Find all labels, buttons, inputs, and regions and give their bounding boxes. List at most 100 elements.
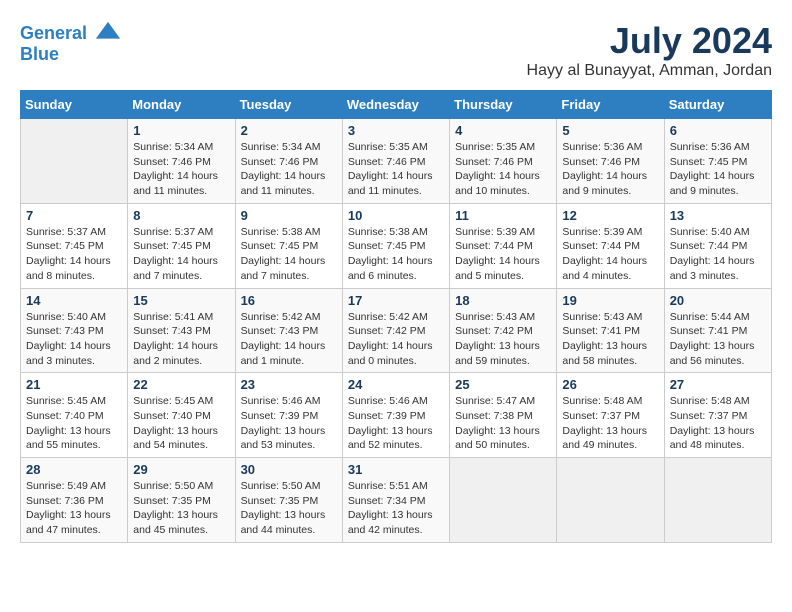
day-number: 28 — [26, 462, 122, 477]
day-number: 16 — [241, 293, 337, 308]
day-number: 17 — [348, 293, 444, 308]
header-cell-friday: Friday — [557, 91, 664, 119]
day-number: 14 — [26, 293, 122, 308]
day-number: 30 — [241, 462, 337, 477]
day-cell: 29 Sunrise: 5:50 AM Sunset: 7:35 PM Dayli… — [128, 458, 235, 543]
page-header: General Blue July 2024 Hayy al Bunayyat,… — [20, 20, 772, 80]
day-info: Sunrise: 5:43 AM Sunset: 7:42 PM Dayligh… — [455, 310, 551, 369]
day-number: 1 — [133, 123, 229, 138]
day-info: Sunrise: 5:51 AM Sunset: 7:34 PM Dayligh… — [348, 479, 444, 538]
header-cell-tuesday: Tuesday — [235, 91, 342, 119]
day-number: 3 — [348, 123, 444, 138]
day-info: Sunrise: 5:50 AM Sunset: 7:35 PM Dayligh… — [241, 479, 337, 538]
day-info: Sunrise: 5:48 AM Sunset: 7:37 PM Dayligh… — [562, 394, 658, 453]
day-cell: 25 Sunrise: 5:47 AM Sunset: 7:38 PM Dayli… — [450, 373, 557, 458]
day-info: Sunrise: 5:35 AM Sunset: 7:46 PM Dayligh… — [348, 140, 444, 199]
day-number: 7 — [26, 208, 122, 223]
day-cell: 27 Sunrise: 5:48 AM Sunset: 7:37 PM Dayli… — [664, 373, 771, 458]
day-cell: 21Sunrise: 5:45 AM Sunset: 7:40 PM Dayli… — [21, 373, 128, 458]
day-number: 5 — [562, 123, 658, 138]
day-number: 22 — [133, 377, 229, 392]
header-cell-saturday: Saturday — [664, 91, 771, 119]
header-cell-monday: Monday — [128, 91, 235, 119]
week-row-3: 14 Sunrise: 5:40 AM Sunset: 7:43 PM Dayli… — [21, 288, 772, 373]
day-cell: 14 Sunrise: 5:40 AM Sunset: 7:43 PM Dayli… — [21, 288, 128, 373]
day-info: Sunrise: 5:44 AM Sunset: 7:41 PM Dayligh… — [670, 310, 766, 369]
day-number: 19 — [562, 293, 658, 308]
day-number: 13 — [670, 208, 766, 223]
day-cell: 30 Sunrise: 5:50 AM Sunset: 7:35 PM Dayli… — [235, 458, 342, 543]
day-info: Sunrise: 5:34 AM Sunset: 7:46 PM Dayligh… — [133, 140, 229, 199]
header-cell-wednesday: Wednesday — [342, 91, 449, 119]
day-cell: 1 Sunrise: 5:34 AM Sunset: 7:46 PM Daylig… — [128, 119, 235, 204]
day-cell — [664, 458, 771, 543]
day-cell: 8 Sunrise: 5:37 AM Sunset: 7:45 PM Daylig… — [128, 203, 235, 288]
day-number: 26 — [562, 377, 658, 392]
day-cell — [450, 458, 557, 543]
day-cell: 6Sunrise: 5:36 AM Sunset: 7:45 PM Daylig… — [664, 119, 771, 204]
day-info: Sunrise: 5:36 AM Sunset: 7:45 PM Dayligh… — [670, 140, 766, 199]
day-info: Sunrise: 5:42 AM Sunset: 7:43 PM Dayligh… — [241, 310, 337, 369]
day-number: 2 — [241, 123, 337, 138]
day-number: 8 — [133, 208, 229, 223]
day-number: 24 — [348, 377, 444, 392]
day-cell: 3 Sunrise: 5:35 AM Sunset: 7:46 PM Daylig… — [342, 119, 449, 204]
day-info: Sunrise: 5:47 AM Sunset: 7:38 PM Dayligh… — [455, 394, 551, 453]
day-cell: 16 Sunrise: 5:42 AM Sunset: 7:43 PM Dayli… — [235, 288, 342, 373]
day-info: Sunrise: 5:50 AM Sunset: 7:35 PM Dayligh… — [133, 479, 229, 538]
day-info: Sunrise: 5:38 AM Sunset: 7:45 PM Dayligh… — [348, 225, 444, 284]
title-section: July 2024 Hayy al Bunayyat, Amman, Jorda… — [527, 20, 772, 80]
day-info: Sunrise: 5:41 AM Sunset: 7:43 PM Dayligh… — [133, 310, 229, 369]
day-info: Sunrise: 5:39 AM Sunset: 7:44 PM Dayligh… — [455, 225, 551, 284]
day-number: 27 — [670, 377, 766, 392]
day-number: 23 — [241, 377, 337, 392]
logo: General Blue — [20, 20, 122, 65]
day-number: 10 — [348, 208, 444, 223]
day-cell: 19 Sunrise: 5:43 AM Sunset: 7:41 PM Dayli… — [557, 288, 664, 373]
day-cell: 11Sunrise: 5:39 AM Sunset: 7:44 PM Dayli… — [450, 203, 557, 288]
day-number: 12 — [562, 208, 658, 223]
day-cell: 2 Sunrise: 5:34 AM Sunset: 7:46 PM Daylig… — [235, 119, 342, 204]
month-title: July 2024 — [527, 20, 772, 62]
header-cell-thursday: Thursday — [450, 91, 557, 119]
calendar-header-row: SundayMondayTuesdayWednesdayThursdayFrid… — [21, 91, 772, 119]
day-cell: 17 Sunrise: 5:42 AM Sunset: 7:42 PM Dayli… — [342, 288, 449, 373]
day-cell: 18Sunrise: 5:43 AM Sunset: 7:42 PM Dayli… — [450, 288, 557, 373]
calendar-table: SundayMondayTuesdayWednesdayThursdayFrid… — [20, 90, 772, 543]
week-row-2: 7 Sunrise: 5:37 AM Sunset: 7:45 PM Daylig… — [21, 203, 772, 288]
day-cell: 4 Sunrise: 5:35 AM Sunset: 7:46 PM Daylig… — [450, 119, 557, 204]
day-number: 25 — [455, 377, 551, 392]
day-number: 4 — [455, 123, 551, 138]
week-row-5: 28 Sunrise: 5:49 AM Sunset: 7:36 PM Dayli… — [21, 458, 772, 543]
day-cell: 9 Sunrise: 5:38 AM Sunset: 7:45 PM Daylig… — [235, 203, 342, 288]
day-cell: 24Sunrise: 5:46 AM Sunset: 7:39 PM Dayli… — [342, 373, 449, 458]
day-info: Sunrise: 5:39 AM Sunset: 7:44 PM Dayligh… — [562, 225, 658, 284]
day-info: Sunrise: 5:46 AM Sunset: 7:39 PM Dayligh… — [241, 394, 337, 453]
day-cell: 5Sunrise: 5:36 AM Sunset: 7:46 PM Daylig… — [557, 119, 664, 204]
day-cell: 7 Sunrise: 5:37 AM Sunset: 7:45 PM Daylig… — [21, 203, 128, 288]
day-info: Sunrise: 5:45 AM Sunset: 7:40 PM Dayligh… — [133, 394, 229, 453]
day-info: Sunrise: 5:49 AM Sunset: 7:36 PM Dayligh… — [26, 479, 122, 538]
day-cell: 22 Sunrise: 5:45 AM Sunset: 7:40 PM Dayli… — [128, 373, 235, 458]
week-row-4: 21 Sunrise: 5:45 AM Sunset: 7:40 PM Dayli… — [21, 373, 772, 458]
day-cell: 15 Sunrise: 5:41 AM Sunset: 7:43 PM Dayli… — [128, 288, 235, 373]
day-number: 20 — [670, 293, 766, 308]
day-info: Sunrise: 5:42 AM Sunset: 7:42 PM Dayligh… — [348, 310, 444, 369]
day-number: 29 — [133, 462, 229, 477]
day-info: Sunrise: 5:35 AM Sunset: 7:46 PM Dayligh… — [455, 140, 551, 199]
day-info: Sunrise: 5:40 AM Sunset: 7:44 PM Dayligh… — [670, 225, 766, 284]
day-info: Sunrise: 5:43 AM Sunset: 7:41 PM Dayligh… — [562, 310, 658, 369]
day-number: 9 — [241, 208, 337, 223]
day-cell: 31 Sunrise: 5:51 AM Sunset: 7:34 PM Dayli… — [342, 458, 449, 543]
day-info: Sunrise: 5:34 AM Sunset: 7:46 PM Dayligh… — [241, 140, 337, 199]
day-info: Sunrise: 5:38 AM Sunset: 7:45 PM Dayligh… — [241, 225, 337, 284]
day-number: 15 — [133, 293, 229, 308]
day-number: 21 — [26, 377, 122, 392]
week-row-1: 1 Sunrise: 5:34 AM Sunset: 7:46 PM Daylig… — [21, 119, 772, 204]
day-info: Sunrise: 5:48 AM Sunset: 7:37 PM Dayligh… — [670, 394, 766, 453]
day-info: Sunrise: 5:40 AM Sunset: 7:43 PM Dayligh… — [26, 310, 122, 369]
day-info: Sunrise: 5:37 AM Sunset: 7:45 PM Dayligh… — [133, 225, 229, 284]
day-number: 31 — [348, 462, 444, 477]
day-cell — [21, 119, 128, 204]
day-info: Sunrise: 5:37 AM Sunset: 7:45 PM Dayligh… — [26, 225, 122, 284]
